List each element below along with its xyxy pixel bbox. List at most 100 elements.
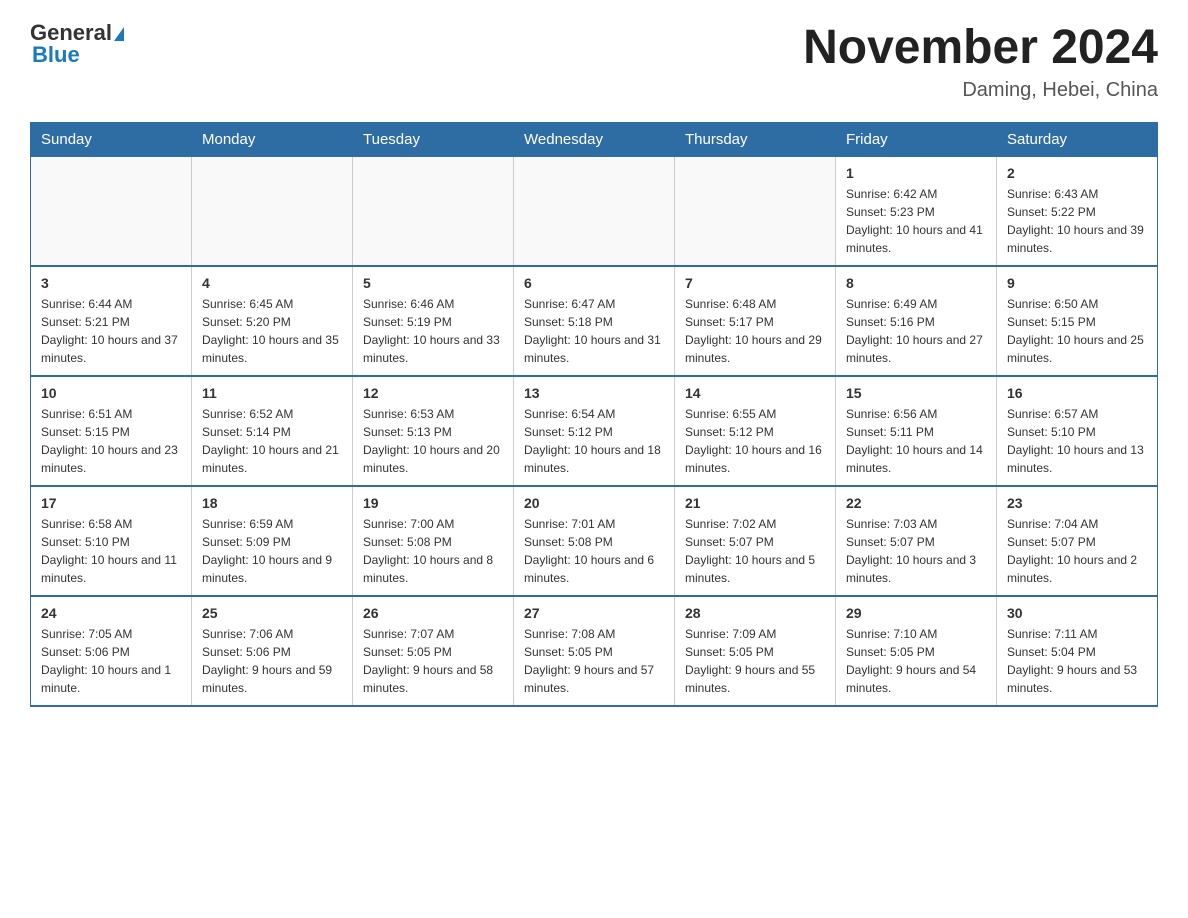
day-number: 12 [363, 385, 503, 401]
col-wednesday: Wednesday [514, 123, 675, 157]
day-number: 3 [41, 275, 181, 291]
col-saturday: Saturday [997, 123, 1158, 157]
title-block: November 2024 Daming, Hebei, China [803, 20, 1158, 102]
day-info: Sunrise: 6:53 AM Sunset: 5:13 PM Dayligh… [363, 405, 503, 477]
calendar-cell: 9Sunrise: 6:50 AM Sunset: 5:15 PM Daylig… [997, 266, 1158, 376]
calendar-cell: 8Sunrise: 6:49 AM Sunset: 5:16 PM Daylig… [836, 266, 997, 376]
day-number: 4 [202, 275, 342, 291]
day-number: 7 [685, 275, 825, 291]
calendar-week-0: 1 Sunrise: 6:42 AM Sunset: 5:23 PM Daylig… [31, 157, 1158, 267]
day-number: 29 [846, 605, 986, 621]
day-number: 26 [363, 605, 503, 621]
day-info: Sunrise: 7:01 AM Sunset: 5:08 PM Dayligh… [524, 515, 664, 587]
day-number: 11 [202, 385, 342, 401]
day-info: Sunrise: 6:47 AM Sunset: 5:18 PM Dayligh… [524, 295, 664, 367]
calendar-header: Sunday Monday Tuesday Wednesday Thursday… [31, 123, 1158, 157]
col-tuesday: Tuesday [353, 123, 514, 157]
day-info: Sunrise: 7:10 AM Sunset: 5:05 PM Dayligh… [846, 625, 986, 697]
day-info: Sunrise: 6:58 AM Sunset: 5:10 PM Dayligh… [41, 515, 181, 587]
day-info: Sunrise: 7:00 AM Sunset: 5:08 PM Dayligh… [363, 515, 503, 587]
calendar-cell: 2 Sunrise: 6:43 AM Sunset: 5:22 PM Daylig… [997, 157, 1158, 267]
day-info: Sunrise: 6:44 AM Sunset: 5:21 PM Dayligh… [41, 295, 181, 367]
day-info: Sunrise: 7:05 AM Sunset: 5:06 PM Dayligh… [41, 625, 181, 697]
day-info: Sunrise: 6:42 AM Sunset: 5:23 PM Dayligh… [846, 185, 986, 257]
day-number: 14 [685, 385, 825, 401]
calendar-cell: 20 Sunrise: 7:01 AM Sunset: 5:08 PM Dayli… [514, 486, 675, 596]
day-info: Sunrise: 6:55 AM Sunset: 5:12 PM Dayligh… [685, 405, 825, 477]
day-number: 17 [41, 495, 181, 511]
calendar-cell [353, 157, 514, 267]
day-info: Sunrise: 7:03 AM Sunset: 5:07 PM Dayligh… [846, 515, 986, 587]
day-number: 28 [685, 605, 825, 621]
calendar-cell [675, 157, 836, 267]
day-info: Sunrise: 7:02 AM Sunset: 5:07 PM Dayligh… [685, 515, 825, 587]
day-info: Sunrise: 6:45 AM Sunset: 5:20 PM Dayligh… [202, 295, 342, 367]
calendar-cell: 24 Sunrise: 7:05 AM Sunset: 5:06 PM Dayli… [31, 596, 192, 706]
header-row: Sunday Monday Tuesday Wednesday Thursday… [31, 123, 1158, 157]
calendar-cell: 10 Sunrise: 6:51 AM Sunset: 5:15 PM Dayli… [31, 376, 192, 486]
col-sunday: Sunday [31, 123, 192, 157]
day-number: 24 [41, 605, 181, 621]
day-number: 8 [846, 275, 986, 291]
day-number: 10 [41, 385, 181, 401]
day-number: 25 [202, 605, 342, 621]
day-number: 18 [202, 495, 342, 511]
day-info: Sunrise: 6:50 AM Sunset: 5:15 PM Dayligh… [1007, 295, 1147, 367]
calendar-cell: 5 Sunrise: 6:46 AM Sunset: 5:19 PM Daylig… [353, 266, 514, 376]
day-number: 13 [524, 385, 664, 401]
calendar-week-2: 10 Sunrise: 6:51 AM Sunset: 5:15 PM Dayli… [31, 376, 1158, 486]
calendar-cell: 7 Sunrise: 6:48 AM Sunset: 5:17 PM Daylig… [675, 266, 836, 376]
calendar-cell: 13 Sunrise: 6:54 AM Sunset: 5:12 PM Dayli… [514, 376, 675, 486]
calendar-cell: 3 Sunrise: 6:44 AM Sunset: 5:21 PM Daylig… [31, 266, 192, 376]
day-number: 6 [524, 275, 664, 291]
day-number: 16 [1007, 385, 1147, 401]
calendar-cell: 27Sunrise: 7:08 AM Sunset: 5:05 PM Dayli… [514, 596, 675, 706]
day-info: Sunrise: 6:59 AM Sunset: 5:09 PM Dayligh… [202, 515, 342, 587]
calendar-cell: 4 Sunrise: 6:45 AM Sunset: 5:20 PM Daylig… [192, 266, 353, 376]
day-number: 15 [846, 385, 986, 401]
logo-blue-label: Blue [30, 42, 80, 68]
day-info: Sunrise: 6:48 AM Sunset: 5:17 PM Dayligh… [685, 295, 825, 367]
day-info: Sunrise: 7:11 AM Sunset: 5:04 PM Dayligh… [1007, 625, 1147, 697]
day-number: 23 [1007, 495, 1147, 511]
calendar-week-4: 24 Sunrise: 7:05 AM Sunset: 5:06 PM Dayli… [31, 596, 1158, 706]
day-info: Sunrise: 7:09 AM Sunset: 5:05 PM Dayligh… [685, 625, 825, 697]
calendar-cell: 16 Sunrise: 6:57 AM Sunset: 5:10 PM Dayli… [997, 376, 1158, 486]
calendar-cell: 25Sunrise: 7:06 AM Sunset: 5:06 PM Dayli… [192, 596, 353, 706]
day-info: Sunrise: 6:57 AM Sunset: 5:10 PM Dayligh… [1007, 405, 1147, 477]
calendar-cell: 11Sunrise: 6:52 AM Sunset: 5:14 PM Dayli… [192, 376, 353, 486]
day-info: Sunrise: 6:51 AM Sunset: 5:15 PM Dayligh… [41, 405, 181, 477]
day-number: 5 [363, 275, 503, 291]
day-info: Sunrise: 6:56 AM Sunset: 5:11 PM Dayligh… [846, 405, 986, 477]
calendar-week-1: 3 Sunrise: 6:44 AM Sunset: 5:21 PM Daylig… [31, 266, 1158, 376]
day-info: Sunrise: 6:46 AM Sunset: 5:19 PM Dayligh… [363, 295, 503, 367]
calendar-table: Sunday Monday Tuesday Wednesday Thursday… [30, 122, 1158, 707]
day-number: 20 [524, 495, 664, 511]
logo-triangle-icon [114, 27, 124, 41]
calendar-cell: 18 Sunrise: 6:59 AM Sunset: 5:09 PM Dayli… [192, 486, 353, 596]
calendar-body: 1 Sunrise: 6:42 AM Sunset: 5:23 PM Daylig… [31, 157, 1158, 707]
calendar-cell: 15 Sunrise: 6:56 AM Sunset: 5:11 PM Dayli… [836, 376, 997, 486]
day-number: 30 [1007, 605, 1147, 621]
col-monday: Monday [192, 123, 353, 157]
day-info: Sunrise: 7:07 AM Sunset: 5:05 PM Dayligh… [363, 625, 503, 697]
calendar-cell: 17 Sunrise: 6:58 AM Sunset: 5:10 PM Dayli… [31, 486, 192, 596]
calendar-cell: 26 Sunrise: 7:07 AM Sunset: 5:05 PM Dayli… [353, 596, 514, 706]
calendar-week-3: 17 Sunrise: 6:58 AM Sunset: 5:10 PM Dayli… [31, 486, 1158, 596]
day-info: Sunrise: 6:54 AM Sunset: 5:12 PM Dayligh… [524, 405, 664, 477]
day-info: Sunrise: 7:08 AM Sunset: 5:05 PM Dayligh… [524, 625, 664, 697]
day-info: Sunrise: 7:04 AM Sunset: 5:07 PM Dayligh… [1007, 515, 1147, 587]
day-number: 22 [846, 495, 986, 511]
calendar-cell: 30 Sunrise: 7:11 AM Sunset: 5:04 PM Dayli… [997, 596, 1158, 706]
page-header: General Blue November 2024 Daming, Hebei… [30, 20, 1158, 102]
col-thursday: Thursday [675, 123, 836, 157]
calendar-cell: 12 Sunrise: 6:53 AM Sunset: 5:13 PM Dayli… [353, 376, 514, 486]
col-friday: Friday [836, 123, 997, 157]
day-number: 21 [685, 495, 825, 511]
calendar-cell: 21 Sunrise: 7:02 AM Sunset: 5:07 PM Dayli… [675, 486, 836, 596]
day-info: Sunrise: 6:43 AM Sunset: 5:22 PM Dayligh… [1007, 185, 1147, 257]
month-title: November 2024 [803, 20, 1158, 75]
day-number: 1 [846, 165, 986, 181]
day-number: 2 [1007, 165, 1147, 181]
calendar-cell [31, 157, 192, 267]
